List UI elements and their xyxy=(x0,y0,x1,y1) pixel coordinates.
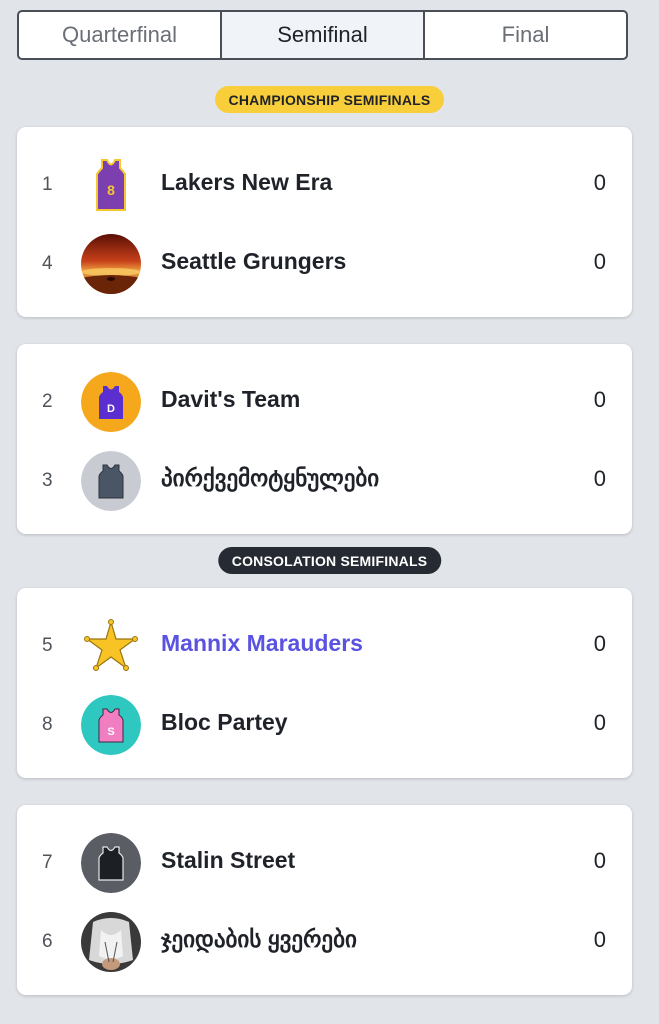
purple-jersey-8-icon: 8 xyxy=(81,155,141,215)
tab-semifinal[interactable]: Semifinal xyxy=(222,12,425,58)
team-row[interactable]: 2 D Davit's Team 0 xyxy=(17,372,632,432)
team-score: 0 xyxy=(593,631,606,656)
team-score: 0 xyxy=(593,170,606,195)
team-score: 0 xyxy=(593,710,606,735)
matchup-card[interactable]: 1 8 Lakers New Era 0 4 Seattle Grungers … xyxy=(17,127,632,317)
team-seed: 7 xyxy=(42,852,53,873)
team-seed: 2 xyxy=(42,391,53,412)
team-seed: 8 xyxy=(42,714,53,735)
team-score: 0 xyxy=(593,466,606,491)
team-name[interactable]: Lakers New Era xyxy=(161,169,332,196)
svg-text:S: S xyxy=(107,726,114,738)
team-name[interactable]: ჯეიდაბის ყვერები xyxy=(161,926,357,953)
team-name[interactable]: Mannix Marauders xyxy=(161,630,363,657)
team-name[interactable]: Stalin Street xyxy=(161,847,295,874)
gray-jersey-icon xyxy=(81,451,141,511)
championship-section-label: CHAMPIONSHIP SEMIFINALS xyxy=(214,86,445,113)
team-score: 0 xyxy=(593,387,606,412)
svg-text:8: 8 xyxy=(107,182,115,198)
jersey-d-icon: D xyxy=(81,372,141,432)
tab-final[interactable]: Final xyxy=(425,12,626,58)
tab-quarterfinal[interactable]: Quarterfinal xyxy=(19,12,222,58)
person-photo-avatar xyxy=(81,912,141,972)
consolation-section-label: CONSOLATION SEMIFINALS xyxy=(217,547,442,574)
matchup-card[interactable]: 7 Stalin Street 0 6 ჯეიდაბის ყვერები 0 xyxy=(17,805,632,995)
team-seed: 6 xyxy=(42,931,53,952)
team-seed: 1 xyxy=(42,174,53,195)
team-name[interactable]: პირქვემოტყნულები xyxy=(161,465,379,492)
team-row[interactable]: 3 პირქვემოტყნულები 0 xyxy=(17,451,632,511)
matchup-card[interactable]: 5 Mannix Marauders 0 8 S Bloc Partey 0 xyxy=(17,588,632,778)
sunset-photo-avatar xyxy=(81,234,141,294)
team-row[interactable]: 7 Stalin Street 0 xyxy=(17,833,632,893)
sheriff-star-icon xyxy=(81,616,141,676)
svg-text:D: D xyxy=(107,403,115,415)
matchup-card[interactable]: 2 D Davit's Team 0 3 პირქვემოტყნულები 0 xyxy=(17,344,632,534)
black-jersey-icon xyxy=(81,833,141,893)
team-name[interactable]: Seattle Grungers xyxy=(161,248,346,275)
team-row[interactable]: 1 8 Lakers New Era 0 xyxy=(17,155,632,215)
team-row[interactable]: 8 S Bloc Partey 0 xyxy=(17,695,632,755)
team-seed: 5 xyxy=(42,635,53,656)
team-row[interactable]: 6 ჯეიდაბის ყვერები 0 xyxy=(17,912,632,972)
team-name[interactable]: Davit's Team xyxy=(161,386,300,413)
team-score: 0 xyxy=(593,927,606,952)
team-seed: 3 xyxy=(42,470,53,491)
round-tabs: Quarterfinal Semifinal Final xyxy=(17,10,628,60)
team-score: 0 xyxy=(593,848,606,873)
team-name[interactable]: Bloc Partey xyxy=(161,709,288,736)
team-row[interactable]: 5 Mannix Marauders 0 xyxy=(17,616,632,676)
team-seed: 4 xyxy=(42,253,53,274)
jersey-s-icon: S xyxy=(81,695,141,755)
team-score: 0 xyxy=(593,249,606,274)
team-row[interactable]: 4 Seattle Grungers 0 xyxy=(17,234,632,294)
